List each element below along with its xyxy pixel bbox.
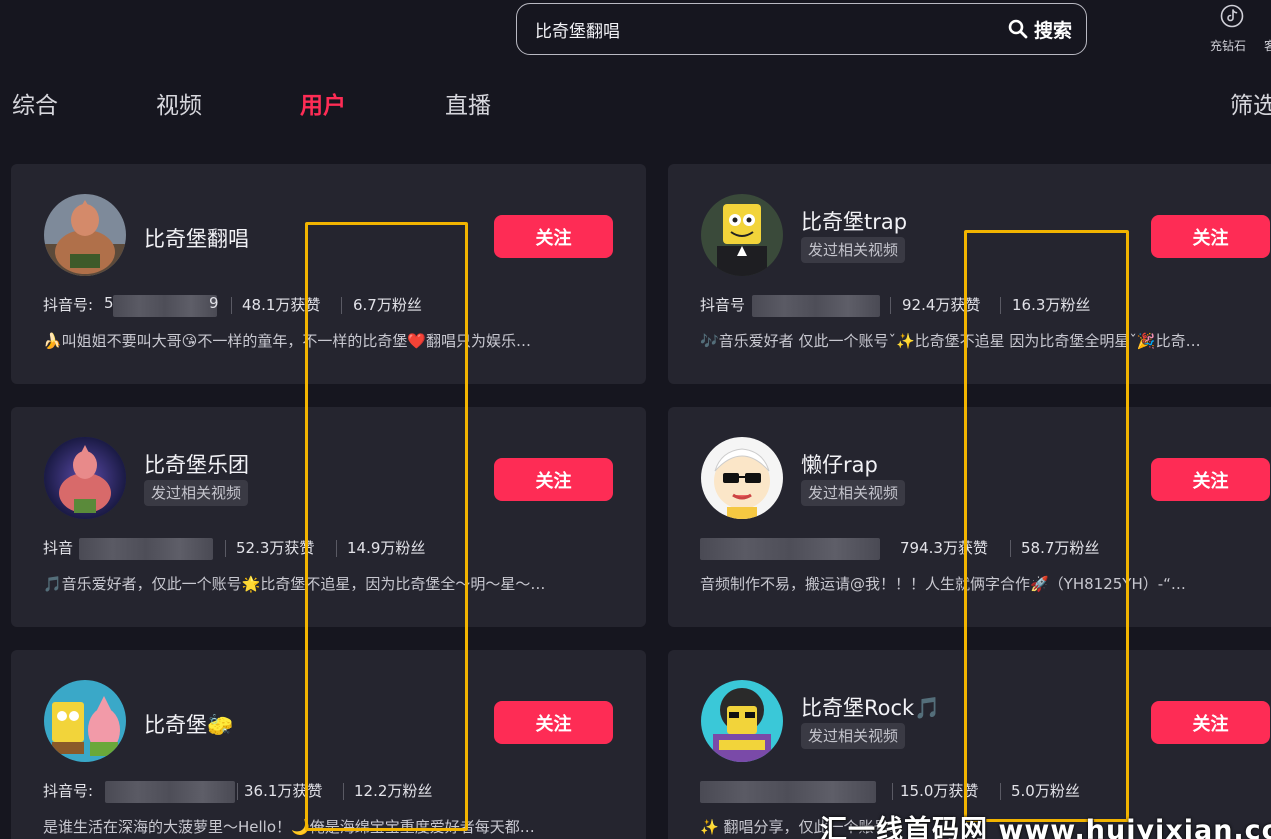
blurred-id xyxy=(700,781,876,803)
tab-bar: 综合 视频 用户 直播 xyxy=(0,86,1271,126)
avatar[interactable] xyxy=(44,680,126,762)
douyin-id-suffix: 9 xyxy=(209,294,219,312)
likes-count: 52.3万获赞 xyxy=(236,539,315,557)
highlight-box-right xyxy=(964,230,1129,822)
related-video-badge: 发过相关视频 xyxy=(801,480,906,506)
avatar[interactable] xyxy=(44,194,126,276)
tab-live[interactable]: 直播 xyxy=(445,86,491,120)
user-name[interactable]: 比奇堡Rock🎵 xyxy=(801,692,940,722)
user-name[interactable]: 比奇堡翻唱 xyxy=(144,223,249,253)
divider xyxy=(237,783,238,800)
divider xyxy=(231,297,232,314)
user-name[interactable]: 比奇堡🧽 xyxy=(144,709,233,739)
tab-users[interactable]: 用户 xyxy=(300,86,346,120)
blurred-id xyxy=(113,295,217,317)
user-name[interactable]: 懒仔rap xyxy=(801,449,878,479)
follow-button[interactable]: 关注 xyxy=(1151,458,1270,501)
divider xyxy=(892,783,893,800)
divider xyxy=(225,540,226,557)
search-bar[interactable]: 比奇堡翻唱 搜索 xyxy=(516,3,1087,55)
follow-button[interactable]: 关注 xyxy=(494,701,613,744)
blurred-id xyxy=(700,538,880,560)
filter-button[interactable]: 筛选 xyxy=(1230,86,1271,120)
search-button-label: 搜索 xyxy=(1033,19,1072,42)
avatar-cartoon-sunglasses-icon xyxy=(701,437,783,519)
blurred-id xyxy=(79,538,213,560)
related-video-badge: 发过相关视频 xyxy=(144,480,249,506)
tab-video[interactable]: 视频 xyxy=(156,86,202,120)
avatar-patrick-neon-icon xyxy=(44,437,126,519)
avatar[interactable] xyxy=(701,680,783,762)
search-icon xyxy=(1008,19,1028,39)
follow-button[interactable]: 关注 xyxy=(1151,701,1270,744)
divider xyxy=(890,297,891,314)
watermark: 汇一线首码网 www.huiyixian.com xyxy=(820,815,1271,839)
search-input[interactable]: 比奇堡翻唱 xyxy=(535,17,1008,42)
avatar-spongebob-suit-icon xyxy=(701,194,783,276)
follow-button[interactable]: 关注 xyxy=(494,458,613,501)
tiktok-icon[interactable] xyxy=(1220,4,1244,28)
avatar-patrick-muscle-icon xyxy=(44,194,126,276)
avatar[interactable] xyxy=(701,437,783,519)
douyin-id-label: 抖音号: xyxy=(43,296,94,314)
follow-button[interactable]: 关注 xyxy=(1151,215,1270,258)
blurred-id xyxy=(105,781,235,803)
user-name[interactable]: 比奇堡乐团 xyxy=(144,449,249,479)
search-button[interactable]: 搜索 xyxy=(1008,16,1072,43)
highlight-box-left xyxy=(305,222,468,831)
tab-all[interactable]: 综合 xyxy=(12,86,58,120)
avatar-spongebob-patrick-icon xyxy=(44,680,126,762)
avatar-spongebob-rock-icon xyxy=(701,680,783,762)
douyin-id-label: 抖音号 xyxy=(700,296,746,314)
blurred-id xyxy=(752,295,880,317)
client-label[interactable]: 客 xyxy=(1264,37,1271,54)
avatar[interactable] xyxy=(701,194,783,276)
douyin-id-label: 抖音号: xyxy=(43,782,94,800)
recharge-label[interactable]: 充钻石 xyxy=(1210,37,1246,54)
related-video-badge: 发过相关视频 xyxy=(801,723,906,749)
avatar[interactable] xyxy=(44,437,126,519)
douyin-id-label: 抖音 xyxy=(43,539,74,557)
related-video-badge: 发过相关视频 xyxy=(801,237,906,263)
follow-button[interactable]: 关注 xyxy=(494,215,613,258)
user-name[interactable]: 比奇堡trap xyxy=(801,206,907,236)
